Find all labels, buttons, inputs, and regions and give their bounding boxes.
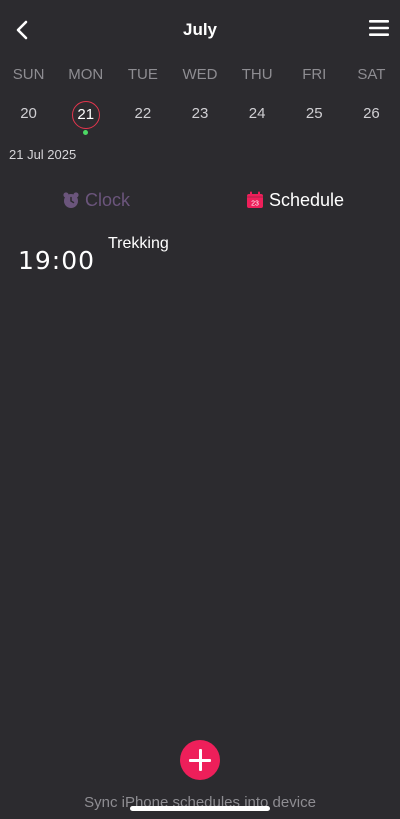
date-number: 25 [305, 105, 323, 122]
date-cell[interactable]: 24 [229, 97, 286, 137]
calendar-icon: 23 [247, 191, 263, 208]
date-cell[interactable]: 22 [114, 97, 171, 137]
add-schedule-button[interactable] [180, 740, 220, 780]
date-cell[interactable]: 26 [343, 97, 400, 137]
date-cell[interactable]: 25 [286, 97, 343, 137]
menu-button[interactable] [368, 18, 390, 38]
home-indicator [130, 806, 270, 811]
date-number: 20 [20, 105, 37, 122]
date-number: 26 [363, 105, 380, 122]
tab-schedule[interactable]: 23 Schedule [246, 186, 344, 214]
date-number: 23 [191, 105, 209, 122]
alarm-clock-icon [63, 192, 79, 208]
weekday-label: WED [182, 66, 218, 83]
date-cell[interactable]: 20 [0, 97, 57, 137]
date-cell-selected[interactable]: 21 [57, 97, 114, 137]
schedule-event-item[interactable]: 19:00 Trekking [0, 232, 400, 282]
week-date-row: 20 21 22 23 24 25 26 [0, 97, 400, 137]
date-number: 22 [134, 105, 152, 122]
date-number: 24 [248, 105, 266, 122]
weekday-label: THU [241, 66, 273, 83]
date-cell[interactable]: 23 [171, 97, 228, 137]
event-dot-indicator [83, 130, 89, 135]
tab-clock-label: Clock [85, 189, 131, 210]
header-bar: July [0, 0, 400, 60]
weekday-label: TUE [127, 66, 158, 83]
event-title: Trekking [108, 235, 169, 252]
weekday-label: SAT [357, 66, 386, 83]
date-number: 21 [71, 101, 100, 129]
weekday-label: MON [68, 66, 104, 83]
event-time: 19:00 [18, 246, 96, 275]
weekday-label: FRI [302, 66, 327, 83]
hamburger-menu-icon [369, 20, 389, 36]
view-tabs: Clock 23 Schedule [0, 186, 400, 214]
selected-date-label: 21 Jul 2025 [9, 147, 77, 162]
tab-schedule-label: Schedule [269, 189, 345, 210]
weekday-label: SUN [12, 66, 45, 83]
page-title: July [182, 20, 218, 39]
weekday-header: SUN MON TUE WED THU FRI SAT [0, 66, 400, 83]
calendar-icon-number: 23 [251, 201, 259, 208]
tab-clock[interactable]: Clock [62, 186, 130, 214]
